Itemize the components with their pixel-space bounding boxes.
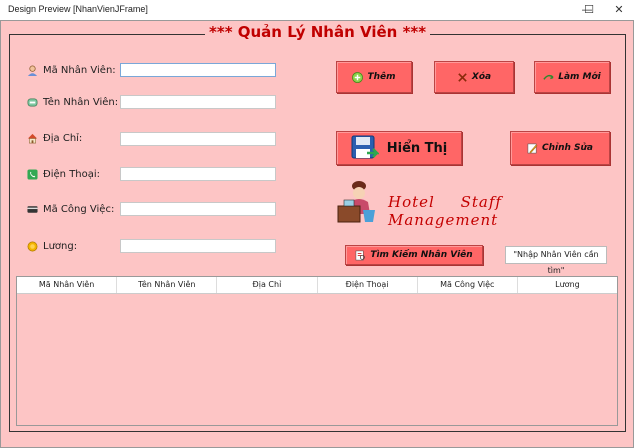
label-ma-nhan-vien: Mã Nhân Viên:	[27, 63, 116, 77]
window-title: Design Preview [NhanVienJFrame]	[8, 4, 148, 14]
person-icon	[27, 65, 38, 76]
delete-label: Xóa	[471, 72, 492, 82]
hotel-staff-management-logo-text: Hotel Staff Management	[388, 193, 502, 229]
luong-input[interactable]	[120, 239, 276, 253]
label-luong: Lương:	[27, 239, 77, 253]
search-input[interactable]: "Nhập Nhân Viên cần tìm"	[505, 246, 607, 275]
plus-icon	[352, 71, 364, 83]
dia-chi-input[interactable]	[120, 132, 276, 146]
search-doc-icon	[355, 250, 366, 260]
home-icon	[27, 133, 38, 143]
window-titlebar: Design Preview [NhanVienJFrame] — ☐ ✕	[0, 0, 634, 20]
employee-table[interactable]: Mã Nhân Viên Tên Nhân Viên Địa Chỉ Điện …	[16, 276, 618, 426]
refresh-icon	[543, 74, 554, 80]
add-label: Thêm	[367, 72, 396, 82]
label-ma-cong-viec: Mã Công Việc:	[27, 202, 114, 216]
ma-cong-viec-input[interactable]	[120, 202, 276, 216]
label-text: Mã Công Việc:	[43, 203, 115, 215]
add-button[interactable]: Thêm	[336, 61, 412, 93]
delete-icon	[458, 72, 467, 82]
column-header[interactable]: Mã Nhân Viên	[17, 277, 118, 293]
ma-nhan-vien-input[interactable]	[120, 63, 276, 77]
dien-thoai-input[interactable]	[120, 167, 276, 181]
label-text: Địa Chỉ:	[43, 132, 83, 144]
edit-button[interactable]: Chỉnh Sửa	[510, 131, 610, 165]
save-disk-icon	[351, 135, 379, 159]
receptionist-illustration-icon	[337, 181, 375, 223]
phone-icon	[27, 168, 38, 180]
refresh-label: Làm Mới	[558, 72, 601, 82]
card-icon	[27, 205, 38, 213]
edit-label: Chỉnh Sửa	[541, 143, 593, 153]
label-ten-nhan-vien: Tên Nhân Viên:	[27, 95, 118, 109]
column-header[interactable]: Địa Chỉ	[217, 277, 318, 293]
column-header[interactable]: Mã Công Việc	[418, 277, 518, 293]
search-button[interactable]: Tìm Kiếm Nhân Viên	[345, 245, 483, 265]
label-text: Lương:	[43, 240, 78, 252]
column-header[interactable]: Lương	[518, 277, 617, 293]
close-button[interactable]: ✕	[604, 0, 634, 20]
id-card-icon	[27, 97, 38, 107]
ten-nhan-vien-input[interactable]	[120, 95, 276, 109]
label-text: Điện Thoại:	[43, 168, 101, 180]
page-title: *** Quản Lý Nhân Viên ***	[205, 23, 431, 41]
label-text: Tên Nhân Viên:	[43, 96, 119, 108]
show-button[interactable]: Hiển Thị	[336, 131, 462, 165]
coin-icon	[27, 241, 38, 251]
edit-icon	[527, 143, 538, 153]
search-label: Tìm Kiếm Nhân Viên	[370, 250, 473, 260]
column-header[interactable]: Điện Thoại	[318, 277, 418, 293]
table-header: Mã Nhân Viên Tên Nhân Viên Địa Chỉ Điện …	[17, 277, 617, 294]
label-text: Mã Nhân Viên:	[43, 64, 116, 76]
show-label: Hiển Thị	[386, 140, 448, 156]
label-dien-thoai: Điện Thoại:	[27, 167, 100, 181]
maximize-button[interactable]: ☐	[574, 0, 604, 20]
column-header[interactable]: Tên Nhân Viên	[117, 277, 218, 293]
label-dia-chi: Địa Chỉ:	[27, 131, 82, 145]
delete-button[interactable]: Xóa	[434, 61, 514, 93]
refresh-button[interactable]: Làm Mới	[534, 61, 610, 93]
